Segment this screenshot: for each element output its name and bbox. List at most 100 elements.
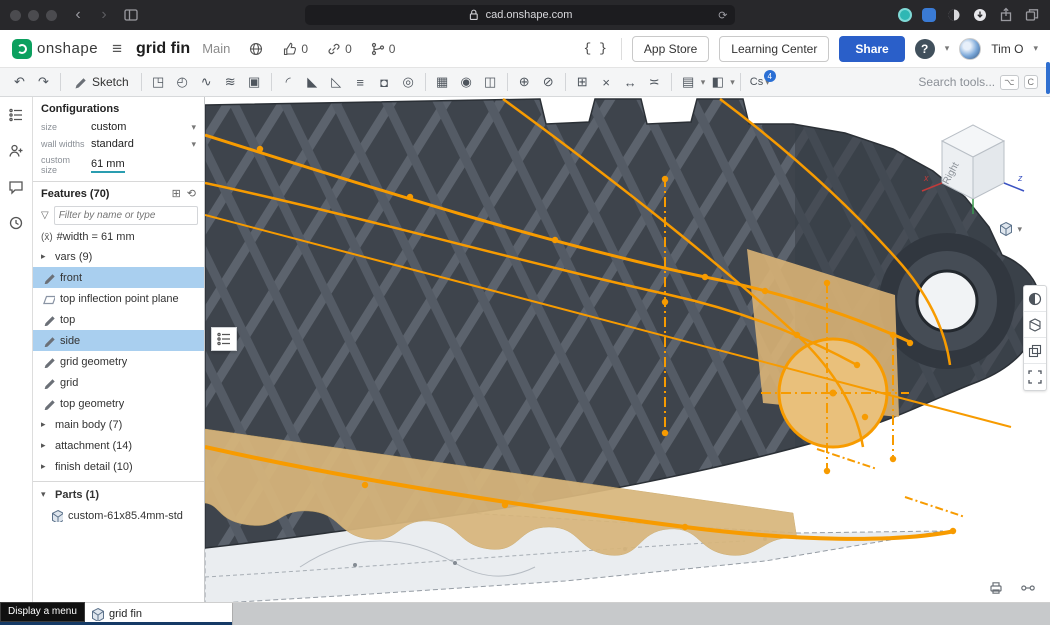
feature-item-grid-geometry[interactable]: grid geometry bbox=[33, 351, 204, 372]
minimize-window-icon[interactable] bbox=[28, 9, 39, 21]
address-bar[interactable]: cad.onshape.com ⟳ bbox=[304, 5, 735, 25]
features-list-flyout-button[interactable] bbox=[211, 327, 237, 351]
shaded-view-icon[interactable] bbox=[1024, 286, 1046, 312]
feature-item-attachment[interactable]: ▸ attachment (14) bbox=[33, 435, 204, 456]
section-view-icon[interactable] bbox=[1024, 312, 1046, 338]
forward-button[interactable]: › bbox=[95, 7, 113, 23]
back-button[interactable]: ‹ bbox=[69, 7, 87, 23]
fillet-icon[interactable]: ◜ bbox=[277, 71, 300, 93]
mass-properties-icon[interactable] bbox=[1020, 580, 1036, 596]
feature-item-vars[interactable]: ▸ vars (9) bbox=[33, 246, 204, 267]
feature-item-side[interactable]: side bbox=[33, 330, 204, 351]
user-menu-caret-icon[interactable]: ▾ bbox=[1033, 43, 1038, 54]
page-scroll-indicator[interactable] bbox=[1046, 62, 1050, 94]
search-tools-input[interactable]: Search tools... ⌥ C bbox=[918, 74, 1042, 90]
extension-icon-teal[interactable] bbox=[898, 8, 912, 22]
expand-chevron-icon[interactable]: ▸ bbox=[41, 419, 50, 430]
app-store-button[interactable]: App Store bbox=[631, 35, 710, 62]
printer-icon[interactable] bbox=[988, 580, 1004, 596]
versions-globe[interactable] bbox=[248, 41, 264, 57]
config-row-wall-widths[interactable]: wall widths standard ▾ bbox=[33, 135, 204, 152]
loft-icon[interactable]: ≋ bbox=[219, 71, 242, 93]
copies-counter[interactable]: 0 bbox=[370, 41, 395, 56]
collapse-chevron-icon[interactable]: ▾ bbox=[41, 489, 50, 500]
expand-chevron-icon[interactable]: ▸ bbox=[41, 461, 50, 472]
size-dropdown-caret-icon[interactable]: ▾ bbox=[191, 122, 196, 133]
document-menu-icon[interactable]: ≡ bbox=[108, 39, 126, 59]
feature-item-top[interactable]: top bbox=[33, 309, 204, 330]
display-menu-icon[interactable]: ◧ bbox=[706, 71, 729, 93]
chamfer-icon[interactable]: ◣ bbox=[301, 71, 324, 93]
hole-icon[interactable]: ◎ bbox=[397, 71, 420, 93]
zoom-fit-icon[interactable] bbox=[1024, 364, 1046, 390]
comments-panel-icon[interactable] bbox=[5, 177, 27, 197]
draft-icon[interactable]: ◺ bbox=[325, 71, 348, 93]
move-face-icon[interactable]: ↔ bbox=[619, 71, 642, 93]
help-button[interactable]: ? bbox=[914, 38, 935, 59]
zoom-window-icon[interactable] bbox=[46, 9, 57, 21]
extrude-icon[interactable]: ◳ bbox=[147, 71, 170, 93]
feature-item-finish-detail[interactable]: ▸ finish detail (10) bbox=[33, 456, 204, 477]
sketch-button[interactable]: Sketch bbox=[66, 73, 136, 92]
appearance-menu-icon[interactable]: ▤ bbox=[677, 71, 700, 93]
linear-pattern-icon[interactable]: ▦ bbox=[431, 71, 454, 93]
shield-darkmode-icon[interactable] bbox=[946, 7, 962, 23]
close-window-icon[interactable] bbox=[10, 9, 21, 21]
reload-icon[interactable]: ⟳ bbox=[718, 9, 727, 22]
share-button[interactable]: Share bbox=[839, 35, 905, 62]
custom-size-input[interactable]: 61 mm bbox=[91, 158, 125, 173]
shell-icon[interactable]: ◘ bbox=[373, 71, 396, 93]
transform-icon[interactable]: ⊞ bbox=[571, 71, 594, 93]
revolve-icon[interactable]: ◴ bbox=[171, 71, 194, 93]
extension-icon-blue[interactable] bbox=[922, 8, 936, 22]
featurescript-icon[interactable]: { } bbox=[580, 39, 611, 58]
redo-icon[interactable]: ↷ bbox=[32, 71, 55, 93]
undo-icon[interactable]: ↶ bbox=[8, 71, 31, 93]
delete-part-icon[interactable]: × bbox=[595, 71, 618, 93]
config-row-size[interactable]: size custom ▾ bbox=[33, 118, 204, 135]
view-options-button[interactable]: ▾ bbox=[998, 221, 1022, 237]
custom-features-button[interactable]: Cs ▾ 4 bbox=[746, 70, 776, 88]
display-caret-icon[interactable]: ▾ bbox=[730, 77, 735, 88]
offset-surface-icon[interactable]: ≍ bbox=[643, 71, 666, 93]
feature-list-panel-icon[interactable] bbox=[5, 105, 27, 125]
feature-item-main-body[interactable]: ▸ main body (7) bbox=[33, 414, 204, 435]
wall-dropdown-caret-icon[interactable]: ▾ bbox=[191, 139, 196, 150]
workspace-name[interactable]: Main bbox=[202, 41, 230, 56]
circular-pattern-icon[interactable]: ◉ bbox=[455, 71, 478, 93]
learning-center-button[interactable]: Learning Center bbox=[719, 35, 830, 62]
feature-item-top-inflection-plane[interactable]: top inflection point plane bbox=[33, 288, 204, 309]
user-avatar[interactable] bbox=[959, 37, 982, 60]
sync-icon[interactable]: ⟲ bbox=[187, 187, 196, 200]
appearance-caret-icon[interactable]: ▾ bbox=[701, 77, 706, 88]
mirror-icon[interactable]: ◫ bbox=[479, 71, 502, 93]
display-modes-icon[interactable] bbox=[1024, 338, 1046, 364]
split-icon[interactable]: ⊘ bbox=[537, 71, 560, 93]
config-row-custom-size[interactable]: custom size 61 mm bbox=[33, 152, 204, 177]
tab-overview-icon[interactable] bbox=[1024, 7, 1040, 23]
tab-scroll-track[interactable] bbox=[232, 603, 1050, 625]
sidebar-toggle-icon[interactable] bbox=[121, 6, 141, 24]
part-item[interactable]: custom-61x85.4mm-std bbox=[33, 505, 204, 526]
link-counter[interactable]: 0 bbox=[326, 41, 352, 56]
feature-item-grid[interactable]: grid bbox=[33, 372, 204, 393]
graphics-viewport[interactable]: Right x z ▾ bbox=[205, 97, 1050, 602]
downloads-icon[interactable] bbox=[972, 7, 988, 23]
follow-user-icon[interactable] bbox=[5, 141, 27, 161]
insert-feature-icon[interactable]: ⊞ bbox=[172, 187, 181, 200]
history-panel-icon[interactable] bbox=[5, 213, 27, 233]
sweep-icon[interactable]: ∿ bbox=[195, 71, 218, 93]
share-page-icon[interactable] bbox=[998, 7, 1014, 23]
parts-header[interactable]: ▾ Parts (1) bbox=[33, 484, 204, 505]
feature-filter-input[interactable] bbox=[53, 206, 198, 225]
feature-item-front[interactable]: front bbox=[33, 267, 204, 288]
view-cube[interactable]: Right x z bbox=[918, 111, 1030, 223]
rib-icon[interactable]: ≡ bbox=[349, 71, 372, 93]
expand-chevron-icon[interactable]: ▸ bbox=[41, 440, 50, 451]
thicken-icon[interactable]: ▣ bbox=[243, 71, 266, 93]
feature-item-top-geometry[interactable]: top geometry bbox=[33, 393, 204, 414]
onshape-logo[interactable]: onshape bbox=[12, 38, 98, 59]
variable-row[interactable]: (x̄) #width = 61 mm bbox=[33, 228, 204, 246]
like-counter[interactable]: 0 bbox=[282, 41, 308, 56]
boolean-icon[interactable]: ⊕ bbox=[513, 71, 536, 93]
